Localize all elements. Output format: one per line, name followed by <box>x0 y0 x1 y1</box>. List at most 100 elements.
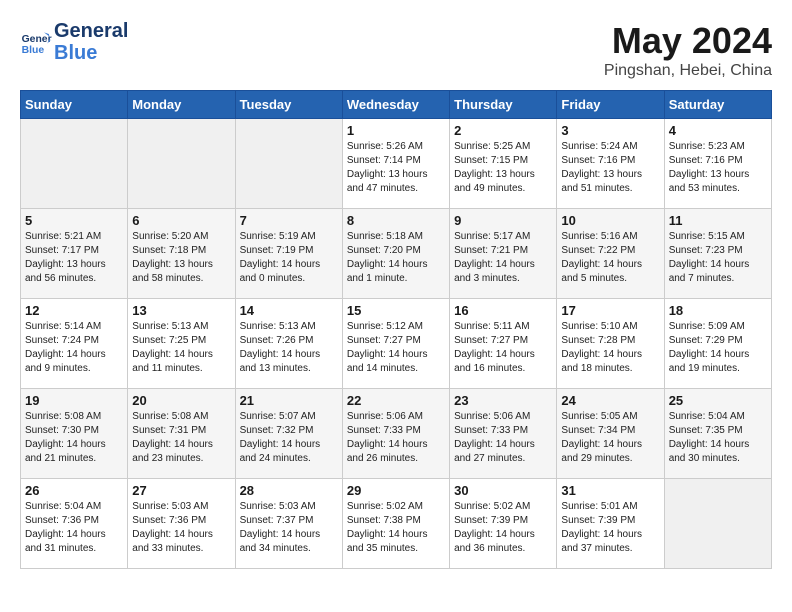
week-row-3: 19 Sunrise: 5:08 AM Sunset: 7:30 PM Dayli… <box>21 389 772 479</box>
day-number: 17 <box>561 303 659 318</box>
day-number: 2 <box>454 123 552 138</box>
day-cell: 20 Sunrise: 5:08 AM Sunset: 7:31 PM Dayli… <box>128 389 235 479</box>
day-cell: 14Sunrise: 5:13 AM Sunset: 7:26 PM Dayli… <box>235 299 342 389</box>
day-number: 11 <box>669 213 767 228</box>
day-number: 27 <box>132 483 230 498</box>
day-info: Sunrise: 5:13 AM Sunset: 7:26 PM Dayligh… <box>240 320 338 376</box>
day-cell <box>235 119 342 209</box>
day-number: 21 <box>240 393 338 408</box>
day-info: Sunrise: 5:16 AM Sunset: 7:22 PM Dayligh… <box>561 230 659 286</box>
day-cell: 7 Sunrise: 5:19 AM Sunset: 7:19 PM Daylig… <box>235 209 342 299</box>
day-number: 10 <box>561 213 659 228</box>
day-info: Sunrise: 5:01 AM Sunset: 7:39 PM Dayligh… <box>561 500 659 556</box>
day-info: Sunrise: 5:10 AM Sunset: 7:28 PM Dayligh… <box>561 320 659 376</box>
day-cell <box>664 479 771 569</box>
day-cell: 23 Sunrise: 5:06 AM Sunset: 7:33 PM Dayli… <box>450 389 557 479</box>
day-info: Sunrise: 5:24 AM Sunset: 7:16 PM Dayligh… <box>561 140 659 196</box>
svg-text:Blue: Blue <box>22 45 45 56</box>
day-info: Sunrise: 5:20 AM Sunset: 7:18 PM Dayligh… <box>132 230 230 286</box>
day-info: Sunrise: 5:07 AM Sunset: 7:32 PM Dayligh… <box>240 410 338 466</box>
day-number: 23 <box>454 393 552 408</box>
logo: General Blue General Blue <box>20 20 128 64</box>
day-cell: 10 Sunrise: 5:16 AM Sunset: 7:22 PM Dayli… <box>557 209 664 299</box>
day-info: Sunrise: 5:06 AM Sunset: 7:33 PM Dayligh… <box>347 410 445 466</box>
day-number: 20 <box>132 393 230 408</box>
calendar-body: 1 Sunrise: 5:26 AM Sunset: 7:14 PM Daylig… <box>21 119 772 569</box>
day-cell: 3 Sunrise: 5:24 AM Sunset: 7:16 PM Daylig… <box>557 119 664 209</box>
day-info: Sunrise: 5:08 AM Sunset: 7:30 PM Dayligh… <box>25 410 123 466</box>
day-cell: 9Sunrise: 5:17 AM Sunset: 7:21 PM Daylig… <box>450 209 557 299</box>
day-number: 30 <box>454 483 552 498</box>
day-info: Sunrise: 5:05 AM Sunset: 7:34 PM Dayligh… <box>561 410 659 466</box>
week-row-0: 1 Sunrise: 5:26 AM Sunset: 7:14 PM Daylig… <box>21 119 772 209</box>
day-cell: 4 Sunrise: 5:23 AM Sunset: 7:16 PM Daylig… <box>664 119 771 209</box>
day-info: Sunrise: 5:12 AM Sunset: 7:27 PM Dayligh… <box>347 320 445 376</box>
day-number: 4 <box>669 123 767 138</box>
logo-general: General <box>54 20 128 42</box>
day-cell: 22 Sunrise: 5:06 AM Sunset: 7:33 PM Dayli… <box>342 389 449 479</box>
header-cell-saturday: Saturday <box>664 91 771 119</box>
day-number: 22 <box>347 393 445 408</box>
logo-icon: General Blue <box>20 26 52 58</box>
day-cell: 27 Sunrise: 5:03 AM Sunset: 7:36 PM Dayli… <box>128 479 235 569</box>
header-cell-wednesday: Wednesday <box>342 91 449 119</box>
day-cell: 6 Sunrise: 5:20 AM Sunset: 7:18 PM Daylig… <box>128 209 235 299</box>
calendar-header-row: SundayMondayTuesdayWednesdayThursdayFrid… <box>21 91 772 119</box>
page-subtitle: Pingshan, Hebei, China <box>604 62 772 80</box>
day-number: 5 <box>25 213 123 228</box>
day-cell: 31 Sunrise: 5:01 AM Sunset: 7:39 PM Dayli… <box>557 479 664 569</box>
day-info: Sunrise: 5:26 AM Sunset: 7:14 PM Dayligh… <box>347 140 445 196</box>
day-cell: 8 Sunrise: 5:18 AM Sunset: 7:20 PM Daylig… <box>342 209 449 299</box>
day-number: 6 <box>132 213 230 228</box>
calendar-table: SundayMondayTuesdayWednesdayThursdayFrid… <box>20 90 772 569</box>
day-number: 19 <box>25 393 123 408</box>
day-number: 31 <box>561 483 659 498</box>
day-cell: 28Sunrise: 5:03 AM Sunset: 7:37 PM Dayli… <box>235 479 342 569</box>
day-number: 29 <box>347 483 445 498</box>
day-info: Sunrise: 5:23 AM Sunset: 7:16 PM Dayligh… <box>669 140 767 196</box>
day-info: Sunrise: 5:18 AM Sunset: 7:20 PM Dayligh… <box>347 230 445 286</box>
day-cell: 11 Sunrise: 5:15 AM Sunset: 7:23 PM Dayli… <box>664 209 771 299</box>
week-row-4: 26Sunrise: 5:04 AM Sunset: 7:36 PM Dayli… <box>21 479 772 569</box>
day-number: 3 <box>561 123 659 138</box>
day-info: Sunrise: 5:06 AM Sunset: 7:33 PM Dayligh… <box>454 410 552 466</box>
day-info: Sunrise: 5:25 AM Sunset: 7:15 PM Dayligh… <box>454 140 552 196</box>
header-cell-tuesday: Tuesday <box>235 91 342 119</box>
day-info: Sunrise: 5:03 AM Sunset: 7:36 PM Dayligh… <box>132 500 230 556</box>
header-cell-friday: Friday <box>557 91 664 119</box>
header-cell-thursday: Thursday <box>450 91 557 119</box>
logo-blue: Blue <box>54 42 128 64</box>
day-info: Sunrise: 5:19 AM Sunset: 7:19 PM Dayligh… <box>240 230 338 286</box>
day-number: 12 <box>25 303 123 318</box>
day-number: 28 <box>240 483 338 498</box>
day-number: 26 <box>25 483 123 498</box>
day-cell: 5 Sunrise: 5:21 AM Sunset: 7:17 PM Daylig… <box>21 209 128 299</box>
day-cell: 26Sunrise: 5:04 AM Sunset: 7:36 PM Dayli… <box>21 479 128 569</box>
day-number: 15 <box>347 303 445 318</box>
day-cell <box>128 119 235 209</box>
day-number: 7 <box>240 213 338 228</box>
day-cell: 29 Sunrise: 5:02 AM Sunset: 7:38 PM Dayli… <box>342 479 449 569</box>
page-header: General Blue General Blue May 2024 Pings… <box>20 20 772 80</box>
day-number: 16 <box>454 303 552 318</box>
day-cell: 21 Sunrise: 5:07 AM Sunset: 7:32 PM Dayli… <box>235 389 342 479</box>
day-cell: 30 Sunrise: 5:02 AM Sunset: 7:39 PM Dayli… <box>450 479 557 569</box>
week-row-1: 5 Sunrise: 5:21 AM Sunset: 7:17 PM Daylig… <box>21 209 772 299</box>
day-number: 9 <box>454 213 552 228</box>
day-info: Sunrise: 5:15 AM Sunset: 7:23 PM Dayligh… <box>669 230 767 286</box>
day-number: 13 <box>132 303 230 318</box>
day-number: 8 <box>347 213 445 228</box>
day-cell: 25Sunrise: 5:04 AM Sunset: 7:35 PM Dayli… <box>664 389 771 479</box>
title-block: May 2024 Pingshan, Hebei, China <box>604 20 772 80</box>
day-cell: 24Sunrise: 5:05 AM Sunset: 7:34 PM Dayli… <box>557 389 664 479</box>
day-number: 18 <box>669 303 767 318</box>
day-cell: 16Sunrise: 5:11 AM Sunset: 7:27 PM Dayli… <box>450 299 557 389</box>
day-info: Sunrise: 5:14 AM Sunset: 7:24 PM Dayligh… <box>25 320 123 376</box>
day-cell: 17 Sunrise: 5:10 AM Sunset: 7:28 PM Dayli… <box>557 299 664 389</box>
day-info: Sunrise: 5:02 AM Sunset: 7:39 PM Dayligh… <box>454 500 552 556</box>
day-info: Sunrise: 5:13 AM Sunset: 7:25 PM Dayligh… <box>132 320 230 376</box>
day-info: Sunrise: 5:08 AM Sunset: 7:31 PM Dayligh… <box>132 410 230 466</box>
day-info: Sunrise: 5:02 AM Sunset: 7:38 PM Dayligh… <box>347 500 445 556</box>
day-number: 1 <box>347 123 445 138</box>
day-info: Sunrise: 5:21 AM Sunset: 7:17 PM Dayligh… <box>25 230 123 286</box>
